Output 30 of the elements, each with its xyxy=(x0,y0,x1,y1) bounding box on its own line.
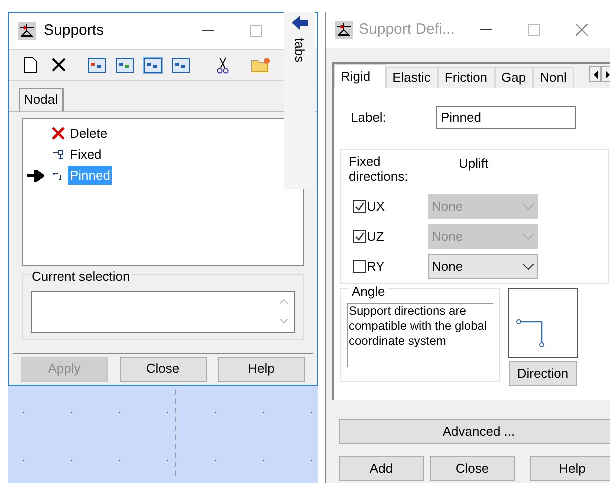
tab[interactable]: Friction xyxy=(438,67,495,88)
dialog-button[interactable]: Direction xyxy=(509,361,577,386)
label-field[interactable]: Pinned xyxy=(436,106,576,129)
tab[interactable]: Rigid xyxy=(334,64,386,88)
uplift-dropdown[interactable]: None xyxy=(428,254,538,279)
dialog-button[interactable]: Advanced ... xyxy=(339,419,610,444)
dialog-button[interactable]: Close xyxy=(120,356,206,382)
field-label: Label: xyxy=(351,108,388,127)
checkbox-label: UZ xyxy=(367,228,384,246)
tab-label: tabs xyxy=(291,38,308,63)
list-item[interactable]: Fixed xyxy=(68,144,104,164)
tab[interactable]: Nonl xyxy=(533,67,574,88)
tab[interactable]: Nodal xyxy=(19,88,64,111)
dialog-button[interactable]: Add xyxy=(339,456,424,481)
group-title: Current selection xyxy=(31,269,132,284)
side-panel-tab[interactable]: tabs xyxy=(284,12,315,189)
group-label: Fixed directions: xyxy=(349,154,410,184)
window-title: Supports xyxy=(44,20,106,41)
angle-description: Support directions are compatible with the global coordinate system xyxy=(347,302,493,366)
tab[interactable]: Gap xyxy=(494,67,534,88)
column-label: Uplift xyxy=(459,155,489,173)
checkbox-label: UX xyxy=(367,198,386,216)
window-title: Support Defi... xyxy=(359,20,456,40)
group-title: Angle xyxy=(349,284,388,299)
dialog-button[interactable]: Close xyxy=(430,456,515,481)
dialog-button[interactable]: Help xyxy=(530,456,610,481)
list-item[interactable]: Delete xyxy=(68,124,110,144)
dialog-button[interactable]: Help xyxy=(218,356,305,382)
checkbox-label: RY xyxy=(367,258,385,276)
tab[interactable]: Elastic xyxy=(386,67,438,88)
